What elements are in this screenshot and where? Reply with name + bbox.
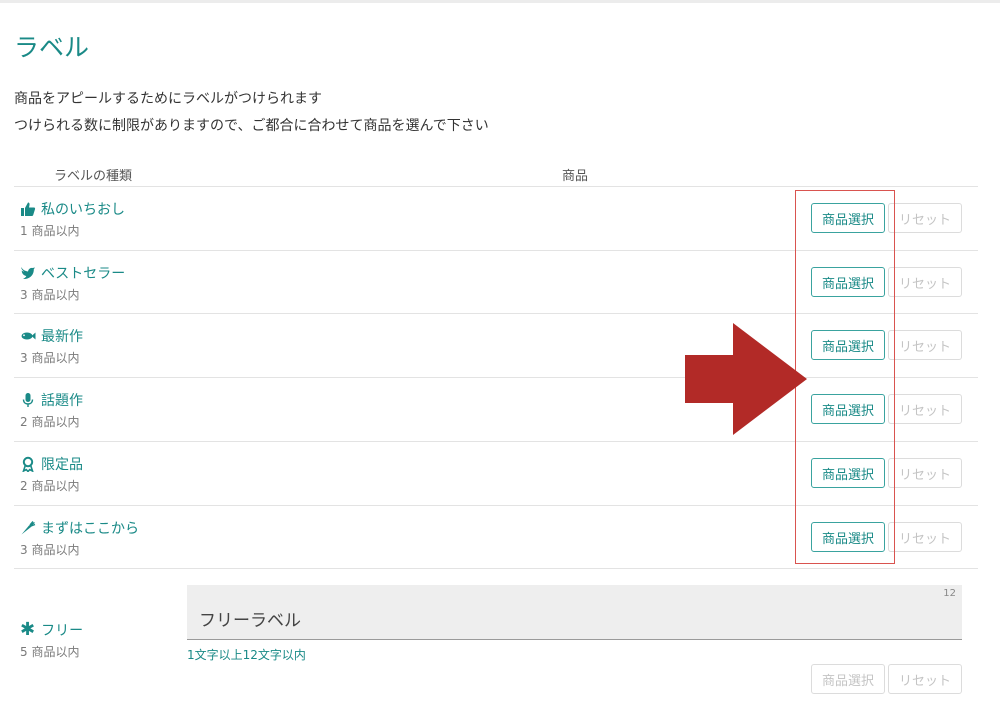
label-limit: 2 商品以内 [20,415,80,429]
select-product-button-disabled[interactable]: 商品選択 [811,664,885,694]
microphone-icon [20,392,36,408]
label-row-limited: 限定品 2 商品以内 商品選択 リセット [14,442,978,505]
thumbs-up-icon [20,201,36,217]
label-row-newest: 最新作 3 商品以内 商品選択 リセット [14,314,978,377]
select-product-button[interactable]: 商品選択 [811,458,885,488]
label-row-bestseller: ベストセラー 3 商品以内 商品選択 リセット [14,251,978,314]
page-title: ラベル [14,33,90,62]
free-label-field: 12 [187,585,962,640]
reset-button-disabled[interactable]: リセット [888,664,962,694]
free-label-name: ✱ フリー [20,620,83,640]
select-product-button[interactable]: 商品選択 [811,394,885,424]
ribbon-award-icon [20,456,36,472]
select-product-button[interactable]: 商品選択 [811,267,885,297]
reset-button[interactable]: リセット [888,267,962,297]
divider [14,568,978,569]
column-header-product: 商品 [562,169,589,184]
label-row-trending: 話題作 2 商品以内 商品選択 リセット [14,378,978,441]
reset-button[interactable]: リセット [888,203,962,233]
select-product-button[interactable]: 商品選択 [811,522,885,552]
label-limit: 3 商品以内 [20,543,80,557]
label-row-start-here: まずはここから 3 商品以内 商品選択 リセット [14,506,978,569]
label-name: ベストセラー [41,266,126,282]
carrot-icon [20,520,36,536]
right-arrow-icon [685,323,807,435]
label-limit: 1 商品以内 [20,224,80,238]
description-line-2: つけられる数に制限がありますので、ご都合に合わせて商品を選んで下さい [14,118,489,134]
label-name: 私のいちおし [41,202,125,218]
free-label-help-text: 1文字以上12文字以内 [187,648,306,662]
reset-button[interactable]: リセット [888,330,962,360]
label-name: 最新作 [41,329,83,345]
label-name: まずはここから [41,521,139,537]
label-name: フリー [41,623,84,639]
select-product-button[interactable]: 商品選択 [811,330,885,360]
description: 商品をアピールするためにラベルがつけられます つけられる数に制限がありますので、… [14,86,489,140]
label-limit: 3 商品以内 [20,351,80,365]
asterisk-icon: ✱ [20,619,36,640]
label-limit: 2 商品以内 [20,479,80,493]
reset-button[interactable]: リセット [888,522,962,552]
label-name: 話題作 [41,393,83,409]
label-row-ichioshi: 私のいちおし 1 商品以内 商品選択 リセット [14,187,978,250]
label-limit: 3 商品以内 [20,288,80,302]
column-header-label-kind: ラベルの種類 [54,169,133,184]
reset-button[interactable]: リセット [888,394,962,424]
select-product-button[interactable]: 商品選択 [811,203,885,233]
fish-icon [20,328,36,344]
description-line-1: 商品をアピールするためにラベルがつけられます [14,91,322,107]
top-border [0,0,1000,3]
bird-icon [20,265,36,281]
reset-button[interactable]: リセット [888,458,962,488]
label-name: 限定品 [41,457,83,473]
free-label-input[interactable] [187,585,962,639]
char-counter: 12 [943,588,956,599]
label-limit: 5 商品以内 [20,645,80,659]
